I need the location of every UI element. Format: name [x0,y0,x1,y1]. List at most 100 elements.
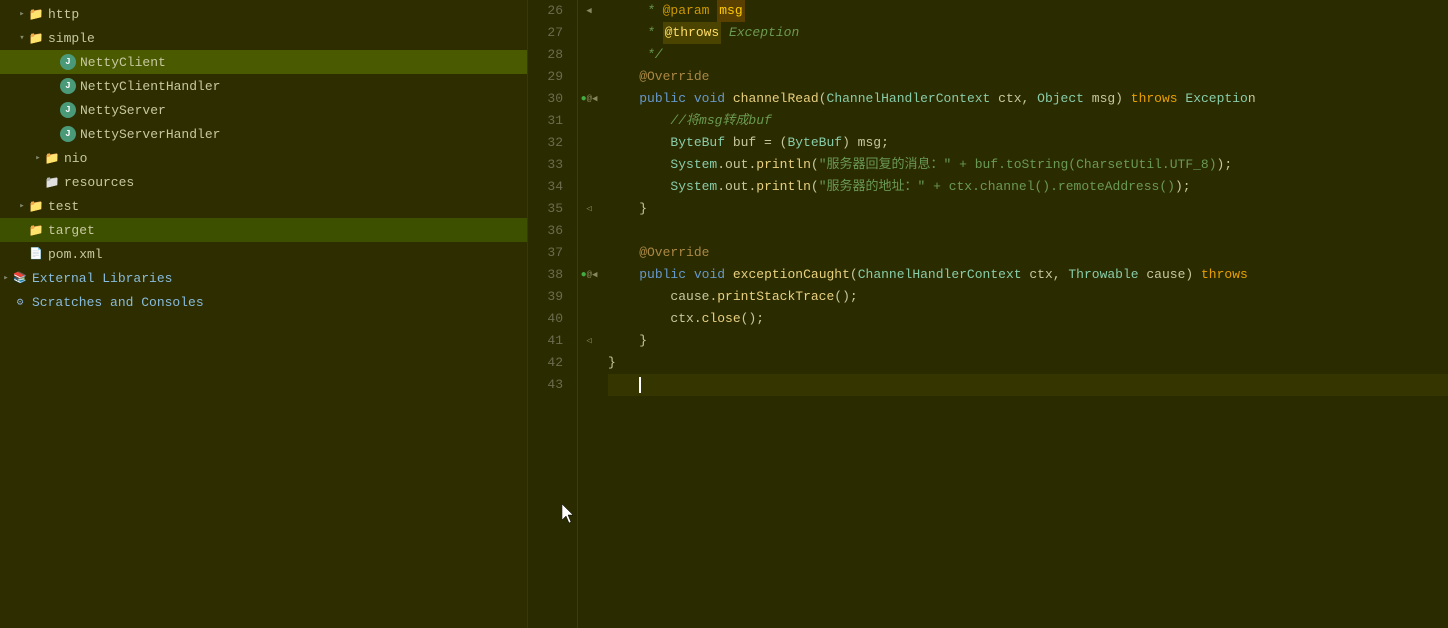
code-33-dot1: . [717,154,725,176]
code-32-buf: buf = ( [725,132,787,154]
code-42: } [608,352,616,374]
ln-29: 29 [528,66,569,88]
code-41: } [608,330,647,352]
label-extlibs: External Libraries [32,271,172,286]
tree-item-target[interactable]: target [0,218,527,242]
annotation-29: @Override [608,66,709,88]
ln-33: 33 [528,154,569,176]
code-33-close: ); [1217,154,1233,176]
java-icon-nettyserver [60,102,76,118]
code-38-sp2 [725,264,733,286]
fold-icon-38: ◀ [592,270,597,280]
type-system-33: System [670,154,717,176]
code-32-rest: ) msg; [842,132,889,154]
kw-throws-38: throws [1201,264,1248,286]
folder-icon-target [28,222,44,238]
tree-item-nettyclient[interactable]: NettyClient [0,50,527,74]
line-gutter: ◀ ● @ ◀ ◁ ● @ ◀ ◁ [578,0,600,628]
method-println-34: println [756,176,811,198]
code-comment-27b: Exception [721,22,799,44]
str-34: "服务器的地址：" + ctx.channel().remoteAddress(… [819,176,1175,198]
label-scratches: Scratches and Consoles [32,295,204,310]
code-30-msg: msg) [1084,88,1131,110]
code-30-ctx: ctx, [990,88,1037,110]
arrow-test [16,200,28,212]
code-39-rest: (); [834,286,857,308]
code-comment-26a: * [608,0,663,22]
code-34-close: ); [1175,176,1191,198]
code-33-dot2: . [748,154,756,176]
var-cause-39: cause [670,286,709,308]
param-name-26: msg [717,0,744,22]
tree-item-resources[interactable]: resources [0,170,527,194]
code-33-open: ( [811,154,819,176]
fold-icon-41: ◁ [586,336,591,346]
tree-item-http[interactable]: http [0,2,527,26]
label-nettyserverhandler: NettyServerHandler [80,127,220,142]
label-target: target [48,223,95,238]
code-lines-container[interactable]: * @param msg * @throws Exception */ @Ove… [600,0,1448,628]
code-editor[interactable]: 26 27 28 29 30 31 32 33 34 35 36 37 38 3… [528,0,1448,628]
arrow-nio [32,152,44,164]
method-close-40: close [702,308,741,330]
label-simple: simple [48,31,95,46]
code-30-indent [608,88,639,110]
code-40-rest: (); [741,308,764,330]
type-throwable: Throwable [1068,264,1138,286]
folder-icon-test [28,198,44,214]
param-tag-26: @param [663,0,710,22]
code-content: 26 27 28 29 30 31 32 33 34 35 36 37 38 3… [528,0,1448,628]
tree-item-simple[interactable]: simple [0,26,527,50]
gutter-40 [578,308,600,330]
gutter-41: ◁ [578,330,600,352]
type-chc-38: ChannelHandlerContext [858,264,1022,286]
code-32-indent [608,132,670,154]
java-icon-nettyclienthandler [60,78,76,94]
kw-public-30: public [639,88,686,110]
tree-item-pomxml[interactable]: pom.xml [0,242,527,266]
code-30-sp1 [686,88,694,110]
code-34-dot2: . [748,176,756,198]
tree-item-nettyclienthandler[interactable]: NettyClientHandler [0,74,527,98]
label-pomxml: pom.xml [48,247,103,262]
code-line-36 [608,220,1448,242]
ln-34: 34 [528,176,569,198]
tree-item-scratches[interactable]: Scratches and Consoles [0,290,527,314]
code-line-35: } [608,198,1448,220]
line-numbers: 26 27 28 29 30 31 32 33 34 35 36 37 38 3… [528,0,578,628]
gutter-39 [578,286,600,308]
type-system-34: System [670,176,717,198]
code-38-cause: cause) [1139,264,1201,286]
code-34-dot1: . [717,176,725,198]
tree-item-nettyserver[interactable]: NettyServer [0,98,527,122]
tree-item-nettyserverhandler[interactable]: NettyServerHandler [0,122,527,146]
code-comment-28: */ [608,44,663,66]
gutter-36 [578,220,600,242]
type-obj: Object [1037,88,1084,110]
code-line-38: public void exceptionCaught(ChannelHandl… [608,264,1448,286]
code-line-32: ByteBuf buf = (ByteBuf) msg; [608,132,1448,154]
code-line-41: } [608,330,1448,352]
gutter-32 [578,132,600,154]
arrow-extlibs [0,272,12,284]
tree-item-test[interactable]: test [0,194,527,218]
gutter-35: ◁ [578,198,600,220]
label-nio: nio [64,151,87,166]
code-line-27: * @throws Exception [608,22,1448,44]
label-http: http [48,7,79,22]
code-comment-26b [709,0,717,22]
gutter-29 [578,66,600,88]
code-line-28: */ [608,44,1448,66]
ln-31: 31 [528,110,569,132]
java-icon-nettyclient [60,54,76,70]
type-bytebuf-32: ByteBuf [670,132,725,154]
tree-item-extlibs[interactable]: External Libraries [0,266,527,290]
ln-32: 32 [528,132,569,154]
code-30-cut: n [1248,88,1256,110]
str-33: "服务器回复的消息：" + buf.toString(CharsetUtil.U… [819,154,1217,176]
code-38-sp1 [686,264,694,286]
code-line-31: //将msg转成buf [608,110,1448,132]
gutter-30: ● @ ◀ [578,88,600,110]
tree-item-nio[interactable]: nio [0,146,527,170]
kw-throws-30: throws [1131,88,1178,110]
